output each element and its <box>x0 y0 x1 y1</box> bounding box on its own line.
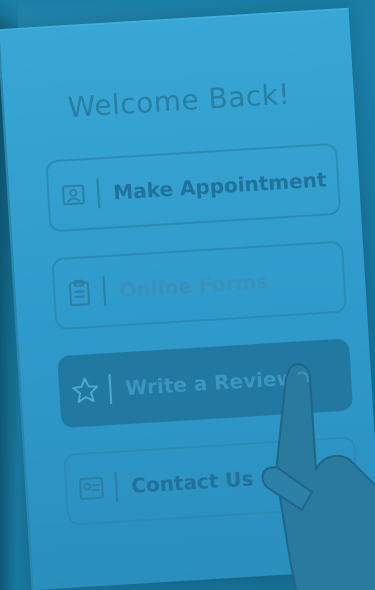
write-review-label: Write a Review <box>124 365 296 401</box>
write-review-button[interactable]: Write a Review <box>57 338 354 429</box>
star-icon <box>59 355 111 426</box>
clipboard-icon <box>53 257 105 328</box>
icon-divider <box>102 276 107 307</box>
contact-us-button[interactable]: Contact Us <box>63 436 360 526</box>
online-forms-label: Online Forms <box>118 269 269 303</box>
contact-us-label: Contact Us <box>130 466 255 498</box>
app-screen: Welcome Back! Make Appointment Online Fo… <box>0 0 375 590</box>
icon-divider <box>114 471 119 502</box>
contact-card-icon <box>65 453 117 524</box>
make-appointment-button[interactable]: Make Appointment <box>45 142 342 233</box>
make-appointment-label: Make Appointment <box>112 167 328 205</box>
online-forms-button[interactable]: Online Forms <box>51 240 348 331</box>
appointment-icon <box>47 160 99 231</box>
icon-divider <box>108 373 113 405</box>
welcome-panel: Welcome Back! Make Appointment Online Fo… <box>0 7 375 590</box>
welcome-title: Welcome Back! <box>66 77 292 125</box>
icon-divider <box>96 178 101 209</box>
